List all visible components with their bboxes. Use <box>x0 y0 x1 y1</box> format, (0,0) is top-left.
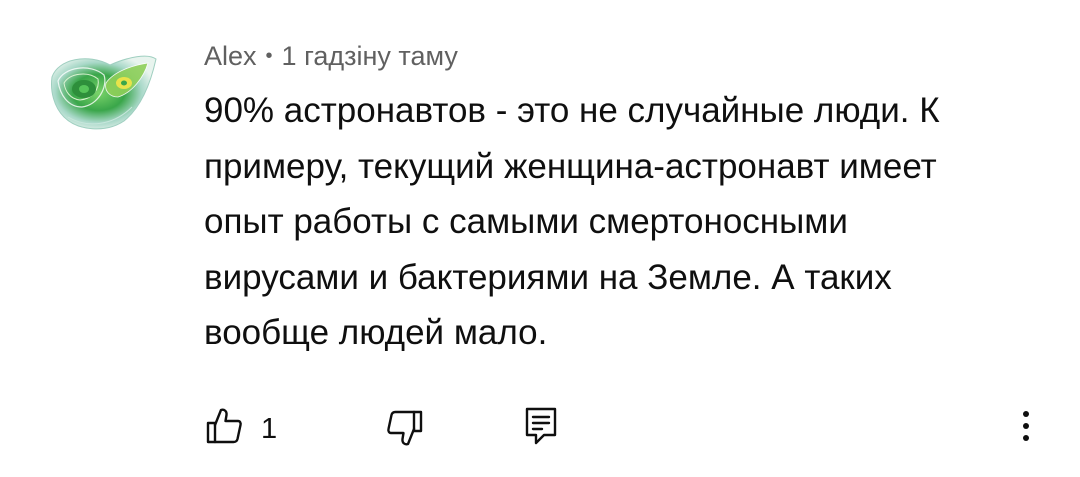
comment-header: Alex • 1 гадзіну таму <box>204 38 458 77</box>
comment-actions: 1 <box>0 400 1080 456</box>
comment-text: 90% астронавтов - это не случайные люди.… <box>204 83 1054 361</box>
comment-text-line: 90% астронавтов - это не случайные люди.… <box>204 91 940 130</box>
like-count: 1 <box>261 412 278 445</box>
avatar-image <box>51 55 157 130</box>
dislike-button[interactable] <box>386 408 424 453</box>
separator-dot: • <box>265 45 273 67</box>
thumb-down-icon <box>386 408 424 453</box>
more-vert-icon <box>1014 411 1038 450</box>
reply-button[interactable] <box>524 406 558 451</box>
comment-text-line: вирусами и бактериями на Земле. А таких <box>204 257 892 297</box>
more-options-button[interactable] <box>1014 406 1038 446</box>
comment-timestamp[interactable]: 1 гадзіну таму <box>282 41 458 71</box>
author-name[interactable]: Alex <box>204 41 257 71</box>
like-button[interactable]: 1 <box>205 406 277 451</box>
comment: Alex • 1 гадзіну таму 90% астронавтов - эт… <box>0 0 1080 477</box>
comment-text-line: примеру, текущий женщина-астронавт имеет <box>204 146 937 186</box>
comment-text-line: вообще людей мало. <box>204 313 548 352</box>
comment-text-line: опыт работы с самыми смертоносными <box>204 202 848 241</box>
avatar[interactable] <box>48 47 160 133</box>
reply-icon <box>524 406 558 451</box>
thumb-up-icon <box>205 406 243 451</box>
